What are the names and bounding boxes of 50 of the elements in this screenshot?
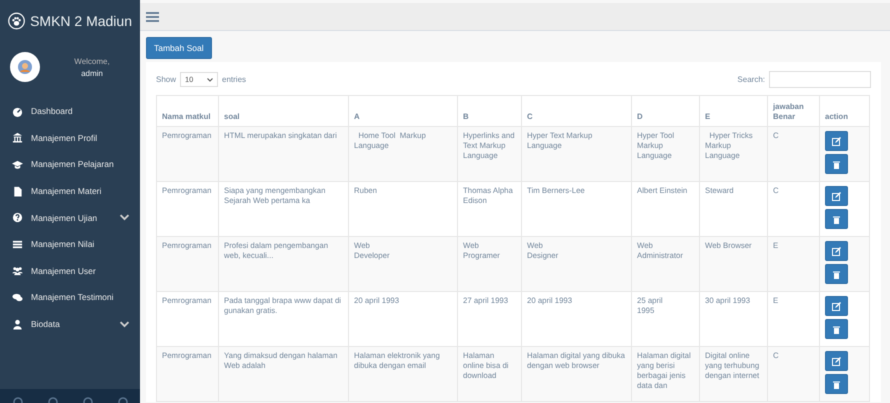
trash-icon (832, 270, 841, 278)
entries-label: entries (222, 75, 246, 84)
search-label: Search: (737, 75, 765, 84)
delete-button[interactable] (825, 374, 848, 394)
edit-button[interactable] (825, 296, 848, 316)
table-icon (12, 238, 23, 250)
user-name: admin (80, 68, 104, 78)
edit-icon (832, 246, 841, 256)
comments-icon (12, 292, 23, 303)
avatar (10, 52, 40, 82)
edit-button[interactable] (825, 131, 848, 151)
trash-icon (832, 214, 841, 224)
file-icon (12, 186, 23, 197)
dashboard-icon (12, 106, 23, 117)
question-icon (12, 212, 23, 224)
add-question-button[interactable]: Tambah Soal (146, 37, 212, 59)
building-icon (12, 132, 23, 144)
trash-icon (832, 380, 841, 388)
cap-icon (12, 158, 23, 170)
edit-icon (832, 302, 841, 310)
edit-icon (832, 356, 841, 366)
menu-icon[interactable] (146, 12, 159, 22)
sidebar-item[interactable]: Manajemen User (0, 258, 140, 284)
brand-title[interactable]: SMKN 2 Madiun (30, 13, 132, 29)
trash-icon (832, 324, 841, 334)
search-field[interactable] (769, 71, 871, 88)
delete-button[interactable] (825, 264, 848, 284)
trash-icon (832, 160, 841, 168)
sidebar-item[interactable]: Dashboard (0, 98, 140, 125)
delete-button[interactable] (825, 154, 848, 174)
edit-icon (832, 136, 841, 146)
welcome-text: Welcome, (73, 56, 111, 66)
paw-icon (8, 10, 26, 32)
sidebar-item[interactable]: Manajemen Testimoni (0, 284, 140, 311)
edit-button[interactable] (825, 186, 848, 206)
sidebar-item[interactable]: Manajemen Pelajaran (0, 151, 140, 178)
user-icon (12, 318, 23, 330)
delete-button[interactable] (825, 319, 848, 339)
users-icon (12, 265, 23, 276)
show-label: Show (156, 75, 176, 84)
delete-button[interactable] (825, 209, 848, 229)
sidebar-item[interactable]: Manajemen Profil (0, 124, 140, 152)
edit-icon (832, 192, 841, 200)
sidebar-item[interactable]: Manajemen Nilai (0, 230, 140, 258)
sidebar-item[interactable]: Manajemen Materi (0, 178, 140, 204)
sidebar-item[interactable]: Biodata (0, 310, 140, 338)
chevron-down-icon (207, 78, 214, 82)
sidebar-item[interactable]: Manajemen Ujian (0, 204, 140, 231)
edit-button[interactable] (825, 241, 848, 261)
edit-button[interactable] (825, 351, 848, 371)
